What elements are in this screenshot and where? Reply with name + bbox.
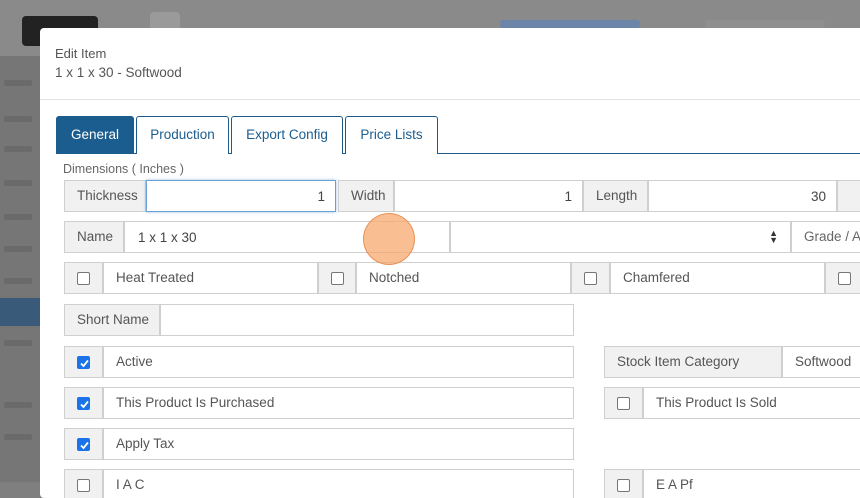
select-arrows-icon: ▲ ▼ xyxy=(769,228,778,245)
click-indicator xyxy=(363,213,415,265)
checkmark-icon xyxy=(80,359,89,368)
heat-treated-checkbox-wrap xyxy=(64,262,103,294)
extra-treatment-checkbox-wrap xyxy=(825,262,860,294)
purchased-label: This Product Is Purchased xyxy=(103,387,574,419)
apply-tax-checkbox[interactable] xyxy=(77,438,90,451)
tab-price-lists[interactable]: Price Lists xyxy=(345,116,438,154)
modal-subtitle: 1 x 1 x 30 - Softwood xyxy=(55,65,182,80)
stock-item-category-label: Stock Item Category xyxy=(604,346,782,378)
short-name-input[interactable] xyxy=(160,304,574,336)
notched-checkbox[interactable] xyxy=(331,272,344,285)
row5-left-checkbox-wrap xyxy=(64,469,103,498)
dimensions-label: Dimensions ( Inches ) xyxy=(63,162,184,176)
sidebar-row xyxy=(4,214,32,220)
tab-export-config[interactable]: Export Config xyxy=(231,116,343,154)
row5-right-checkbox[interactable] xyxy=(617,479,630,492)
tab-production[interactable]: Production xyxy=(136,116,229,154)
sidebar-row xyxy=(4,402,32,408)
active-checkbox-wrap xyxy=(64,346,103,378)
chamfered-checkbox-wrap xyxy=(571,262,610,294)
width-label: Width xyxy=(338,180,394,212)
sidebar-row xyxy=(4,246,32,252)
active-label: Active xyxy=(103,346,574,378)
chamfered-label: Chamfered xyxy=(610,262,825,294)
thickness-input[interactable] xyxy=(146,180,336,212)
sidebar-row xyxy=(4,146,32,152)
name-label: Name xyxy=(64,221,124,253)
modal-header: Edit Item 1 x 1 x 30 - Softwood xyxy=(40,28,860,100)
chamfered-checkbox[interactable] xyxy=(584,272,597,285)
sidebar-row xyxy=(4,340,32,346)
row5-right-checkbox-wrap xyxy=(604,469,643,498)
active-checkbox[interactable] xyxy=(77,356,90,369)
background-link xyxy=(705,20,825,28)
row5-right-label: E A Pf xyxy=(643,469,860,498)
notched-checkbox-wrap xyxy=(318,262,356,294)
apply-tax-checkbox-wrap xyxy=(64,428,103,460)
dimension-extra-addon xyxy=(837,180,860,212)
thickness-label: Thickness xyxy=(64,180,146,212)
sidebar-row xyxy=(4,434,32,440)
extra-treatment-checkbox[interactable] xyxy=(838,272,851,285)
tab-bar: General Production Export Config Price L… xyxy=(56,116,860,154)
stock-item-category-value[interactable]: Softwood xyxy=(782,346,860,378)
purchased-checkbox-wrap xyxy=(64,387,103,419)
background-link xyxy=(500,20,640,28)
length-input[interactable] xyxy=(648,180,837,212)
sidebar-row xyxy=(4,116,32,122)
modal-title: Edit Item xyxy=(55,46,107,61)
grade-select[interactable]: ▲ ▼ xyxy=(450,221,791,253)
width-input[interactable] xyxy=(394,180,583,212)
row5-left-label: I A C xyxy=(103,469,574,498)
length-label: Length xyxy=(583,180,648,212)
apply-tax-label: Apply Tax xyxy=(103,428,574,460)
tab-general[interactable]: General xyxy=(56,116,134,154)
checkmark-icon xyxy=(80,441,89,450)
row5-left-checkbox[interactable] xyxy=(77,479,90,492)
background-sidebar xyxy=(0,56,40,482)
sidebar-row xyxy=(4,180,32,186)
heat-treated-label: Heat Treated xyxy=(103,262,318,294)
checkmark-icon xyxy=(80,400,89,409)
short-name-label: Short Name xyxy=(64,304,160,336)
sidebar-row xyxy=(4,80,32,86)
sold-label: This Product Is Sold xyxy=(643,387,860,419)
sold-checkbox-wrap xyxy=(604,387,643,419)
edit-item-modal: Edit Item 1 x 1 x 30 - Softwood General … xyxy=(40,28,860,498)
notched-label: Notched xyxy=(356,262,571,294)
heat-treated-checkbox[interactable] xyxy=(77,272,90,285)
purchased-checkbox[interactable] xyxy=(77,397,90,410)
grade-label: Grade / A xyxy=(791,221,860,253)
sidebar-active-item xyxy=(0,298,40,326)
sold-checkbox[interactable] xyxy=(617,397,630,410)
sidebar-row xyxy=(4,278,32,284)
